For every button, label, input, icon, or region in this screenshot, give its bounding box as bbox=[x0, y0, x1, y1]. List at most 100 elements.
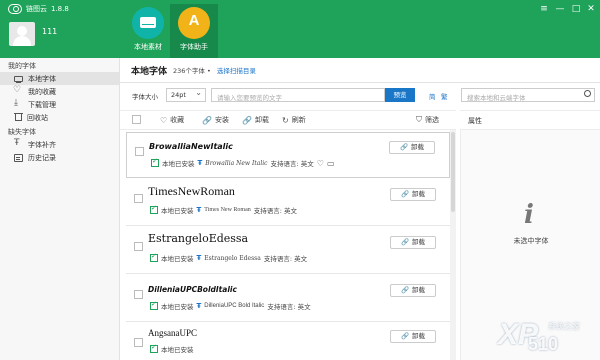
row-checkbox[interactable] bbox=[134, 290, 143, 299]
font-size-select[interactable]: 24pt bbox=[166, 88, 206, 102]
font-row[interactable]: DilleniaUPCBoldItalic 本地已安装 Ŧ DilleniaUP… bbox=[126, 276, 450, 322]
row-uninstall-button[interactable]: 🔗 卸载 bbox=[390, 284, 436, 297]
menu-icon[interactable]: ≡ bbox=[538, 4, 550, 14]
search-input[interactable]: 搜索本地和云端字体 bbox=[461, 88, 595, 102]
font-name: EstrangeloEdessa bbox=[148, 232, 249, 245]
font-row[interactable]: AngsanaUPC 本地已安装 🔗卸载 bbox=[126, 324, 450, 360]
disk-icon bbox=[132, 7, 164, 39]
title-row: 本地字体 236个字体 • 选择扫描目录 bbox=[120, 58, 600, 82]
sidebar-item-history[interactable]: 历史记录 bbox=[0, 151, 119, 164]
row-checkbox[interactable] bbox=[134, 242, 143, 251]
font-size-value: 24pt bbox=[171, 91, 186, 99]
preview-text-input[interactable]: 请输入您要预览的文字 bbox=[211, 88, 385, 102]
no-selection-text: 未选中字体 bbox=[513, 237, 549, 245]
info-icon: i bbox=[524, 200, 534, 230]
font-list: BrowalliaNewItalic 本地已安装 Ŧ Browallia New… bbox=[120, 130, 456, 360]
language-label: 支持语言: 英文 bbox=[270, 160, 314, 168]
link-icon: 🔗 bbox=[242, 115, 252, 125]
monitor-icon bbox=[14, 75, 23, 83]
sidebar-section-my-fonts: 我的字体 bbox=[8, 62, 36, 70]
filter-button[interactable]: ⛉ 筛选 bbox=[416, 115, 439, 125]
download-icon bbox=[14, 98, 23, 109]
filter-icon: ⛉ bbox=[416, 115, 422, 124]
sidebar-item-recycle-bin[interactable]: 回收站 bbox=[0, 111, 119, 124]
font-name: BrowalliaNewItalic bbox=[149, 142, 233, 151]
link-icon: 🔗 bbox=[400, 286, 410, 294]
install-button[interactable]: 🔗 安装 bbox=[202, 115, 229, 125]
preview-bar: 字体大小 24pt 请输入您要预览的文字 预览 简 繁 搜索本地和云端字体 bbox=[120, 87, 600, 103]
row-uninstall-button[interactable]: 🔗 卸载 bbox=[389, 141, 435, 154]
refresh-icon: ↻ bbox=[282, 115, 289, 125]
scan-directory-link[interactable]: 选择扫描目录 bbox=[217, 65, 256, 75]
main-panel: 本地字体 236个字体 • 选择扫描目录 字体大小 24pt 请输入您要预览的文… bbox=[120, 58, 600, 360]
sidebar-item-label: 历史记录 bbox=[28, 153, 56, 162]
font-file-name: Estrangelo Edessa bbox=[204, 254, 261, 262]
font-meta: 本地已安装 Ŧ Times New Roman 支持语言: 英文 bbox=[150, 204, 297, 215]
installed-label: 本地已安装 bbox=[161, 255, 194, 263]
favorite-button[interactable]: ♡ 收藏 bbox=[160, 115, 184, 125]
uninstall-button[interactable]: 🔗 卸载 bbox=[242, 115, 269, 125]
installed-icon bbox=[151, 157, 159, 167]
link-icon: 🔗 bbox=[400, 190, 410, 198]
tool-local-materials[interactable]: 本地素材 bbox=[124, 4, 172, 58]
heart-icon: ♡ bbox=[160, 115, 168, 125]
username: 111 bbox=[42, 27, 58, 36]
sidebar-item-label: 本地字体 bbox=[28, 74, 56, 83]
installed-icon bbox=[150, 300, 158, 310]
row-uninstall-button[interactable]: 🔗 卸载 bbox=[390, 236, 436, 249]
search-icon[interactable] bbox=[584, 90, 591, 97]
simplified-link[interactable]: 简 bbox=[429, 91, 436, 101]
sidebar-item-label: 字体补齐 bbox=[28, 140, 56, 149]
sidebar: 我的字体 本地字体 我的收藏 下载管理 回收站 缺失字体 字体补齐 历史记录 bbox=[0, 58, 120, 360]
truetype-icon: Ŧ bbox=[196, 206, 202, 214]
installed-label: 本地已安装 bbox=[161, 346, 194, 354]
row-uninstall-button[interactable]: 🔗 卸载 bbox=[390, 188, 436, 201]
font-meta: 本地已安装 Ŧ Browallia New Italic 支持语言: 英文 ♡ … bbox=[151, 157, 335, 168]
link-icon: 🔗 bbox=[202, 115, 212, 125]
folder-icon[interactable]: ▭ bbox=[327, 159, 335, 168]
font-name: TimesNewRoman bbox=[148, 184, 235, 198]
truetype-icon: Ŧ bbox=[196, 254, 202, 262]
row-checkbox[interactable] bbox=[135, 147, 144, 156]
installed-label: 本地已安装 bbox=[162, 160, 195, 168]
font-row[interactable]: BrowalliaNewItalic 本地已安装 Ŧ Browallia New… bbox=[126, 132, 450, 178]
font-name: AngsanaUPC bbox=[148, 328, 197, 338]
sidebar-item-font-complete[interactable]: 字体补齐 bbox=[0, 138, 119, 151]
divider bbox=[120, 82, 600, 83]
tool-font-assistant[interactable]: A 字体助手 bbox=[170, 4, 218, 58]
minimize-icon[interactable]: — bbox=[554, 4, 566, 14]
sidebar-item-label: 我的收藏 bbox=[28, 87, 56, 96]
refresh-button[interactable]: ↻ 刷新 bbox=[282, 115, 306, 125]
row-checkbox[interactable] bbox=[134, 338, 143, 347]
app-version: 1.8.8 bbox=[51, 5, 69, 13]
font-file-name: Browallia New Italic bbox=[205, 159, 268, 167]
list-scrollbar-thumb[interactable] bbox=[451, 132, 455, 212]
select-all-checkbox[interactable] bbox=[132, 115, 141, 124]
sidebar-item-favorites[interactable]: 我的收藏 bbox=[0, 85, 119, 98]
preview-button[interactable]: 预览 bbox=[385, 88, 415, 102]
maximize-icon[interactable]: □ bbox=[570, 4, 582, 14]
truetype-icon: Ŧ bbox=[197, 159, 203, 167]
language-label: 支持语言: 英文 bbox=[253, 207, 297, 215]
link-icon: 🔗 bbox=[400, 238, 410, 246]
font-name: DilleniaUPCBoldItalic bbox=[148, 285, 237, 294]
sidebar-item-local-fonts[interactable]: 本地字体 bbox=[0, 72, 119, 85]
font-row[interactable]: TimesNewRoman 本地已安装 Ŧ Times New Roman 支持… bbox=[126, 180, 450, 226]
font-row[interactable]: EstrangeloEdessa 本地已安装 Ŧ Estrangelo Edes… bbox=[126, 228, 450, 274]
avatar[interactable] bbox=[9, 22, 35, 46]
cloud-logo-icon bbox=[8, 4, 22, 14]
heart-icon[interactable]: ♡ bbox=[317, 159, 324, 168]
font-meta: 本地已安装 bbox=[150, 343, 194, 354]
close-icon[interactable]: ✕ bbox=[585, 4, 597, 14]
row-checkbox[interactable] bbox=[134, 194, 143, 203]
tool-label: 字体助手 bbox=[180, 43, 208, 51]
traditional-link[interactable]: 繁 bbox=[441, 91, 448, 101]
installed-icon bbox=[150, 204, 158, 214]
sidebar-item-downloads[interactable]: 下载管理 bbox=[0, 98, 119, 111]
page-title: 本地字体 bbox=[131, 66, 168, 77]
link-icon: 🔗 bbox=[399, 143, 409, 151]
font-size-label: 字体大小 bbox=[132, 93, 158, 101]
row-uninstall-button[interactable]: 🔗 卸载 bbox=[390, 330, 436, 343]
font-meta: 本地已安装 Ŧ DilleniaUPC Bold Italic 支持语言: 英文 bbox=[150, 300, 311, 311]
site-watermark: XP 510 系统之家 bbox=[498, 318, 594, 356]
